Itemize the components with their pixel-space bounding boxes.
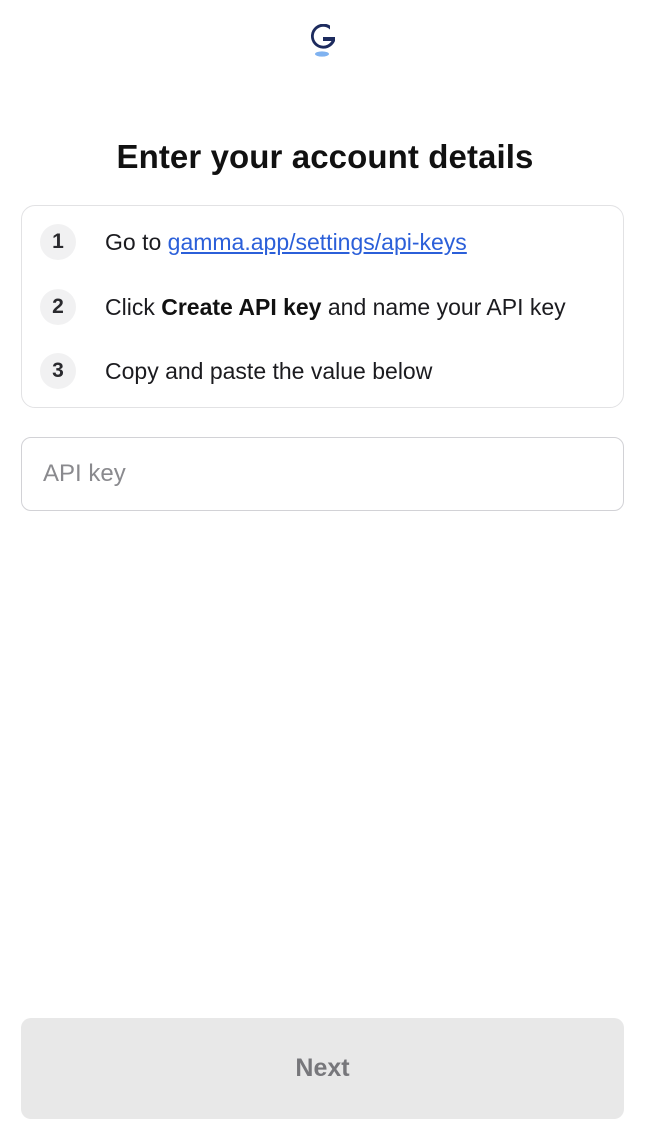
step-1: 1 Go to gamma.app/settings/api-keys [40,224,620,260]
step-number: 3 [40,353,76,389]
step-text: Go to gamma.app/settings/api-keys [105,229,467,256]
step-number: 1 [40,224,76,260]
step-3: 3 Copy and paste the value below [40,353,620,389]
api-keys-link[interactable]: gamma.app/settings/api-keys [168,229,467,255]
step-prefix: Go to [105,228,168,255]
step-text: Click Create API key and name your API k… [105,294,566,321]
create-api-key-label: Create API key [161,293,322,320]
next-button[interactable]: Next [21,1018,624,1119]
step-text: Copy and paste the value below [105,357,433,384]
step-2: 2 Click Create API key and name your API… [40,289,620,325]
page: Enter your account details 1 Go to gamma… [0,0,650,1132]
api-key-input[interactable] [21,437,624,511]
step-number: 2 [40,289,76,325]
instructions-card: 1 Go to gamma.app/settings/api-keys 2 Cl… [21,205,624,408]
step-prefix: Click [105,293,162,320]
gamma-logo-icon [310,24,335,57]
page-title: Enter your account details [116,138,534,175]
step-suffix: and name your API key [321,293,566,320]
